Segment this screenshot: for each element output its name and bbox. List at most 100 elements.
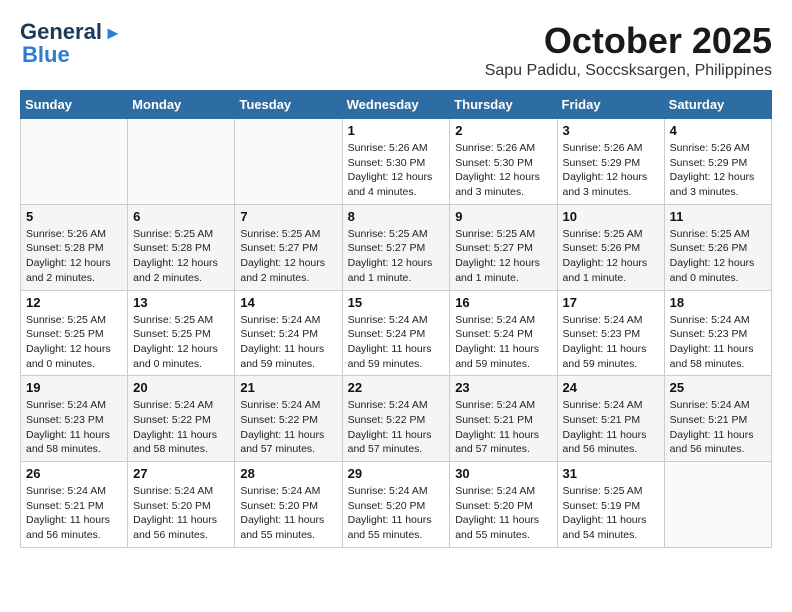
day-info: Sunrise: 5:24 AMSunset: 5:24 PMDaylight:… — [240, 313, 336, 372]
calendar-cell: 1 Sunrise: 5:26 AMSunset: 5:30 PMDaylight… — [342, 119, 450, 205]
day-number: 9 — [455, 209, 551, 224]
day-number: 22 — [348, 380, 445, 395]
day-number: 5 — [26, 209, 122, 224]
calendar-week-1: 1 Sunrise: 5:26 AMSunset: 5:30 PMDaylight… — [21, 119, 772, 205]
day-number: 11 — [670, 209, 766, 224]
day-number: 16 — [455, 295, 551, 310]
calendar-cell — [235, 119, 342, 205]
day-number: 1 — [348, 123, 445, 138]
day-number: 20 — [133, 380, 229, 395]
day-number: 24 — [563, 380, 659, 395]
day-number: 6 — [133, 209, 229, 224]
calendar-cell: 30Sunrise: 5:24 AMSunset: 5:20 PMDayligh… — [450, 462, 557, 548]
calendar-cell — [21, 119, 128, 205]
calendar-cell: 31 Sunrise: 5:25 AMSunset: 5:19 PMDayligh… — [557, 462, 664, 548]
calendar-cell: 12Sunrise: 5:25 AMSunset: 5:25 PMDayligh… — [21, 290, 128, 376]
logo: General► Blue — [20, 20, 122, 68]
calendar-cell: 23 Sunrise: 5:24 AMSunset: 5:21 PMDayligh… — [450, 376, 557, 462]
day-info: Sunrise: 5:25 AMSunset: 5:26 PMDaylight:… — [670, 227, 766, 286]
day-info: Sunrise: 5:24 AMSunset: 5:22 PMDaylight:… — [240, 398, 336, 457]
calendar-cell: 15 Sunrise: 5:24 AMSunset: 5:24 PMDayligh… — [342, 290, 450, 376]
day-info: Sunrise: 5:26 AMSunset: 5:30 PMDaylight:… — [455, 141, 551, 200]
day-info: Sunrise: 5:24 AMSunset: 5:23 PMDaylight:… — [670, 313, 766, 372]
page-header: General► Blue October 2025 Sapu Padidu, … — [20, 20, 772, 80]
day-info: Sunrise: 5:25 AMSunset: 5:27 PMDaylight:… — [348, 227, 445, 286]
day-info: Sunrise: 5:24 AMSunset: 5:20 PMDaylight:… — [240, 484, 336, 543]
day-info: Sunrise: 5:25 AMSunset: 5:25 PMDaylight:… — [133, 313, 229, 372]
day-info: Sunrise: 5:26 AMSunset: 5:28 PMDaylight:… — [26, 227, 122, 286]
calendar-week-3: 12 Sunrise: 5:25 AMSunset: 5:25 PMDayligh… — [21, 290, 772, 376]
logo-subtext: Blue — [22, 42, 70, 68]
weekday-header-friday: Friday — [557, 91, 664, 119]
day-number: 21 — [240, 380, 336, 395]
day-number: 4 — [670, 123, 766, 138]
day-number: 2 — [455, 123, 551, 138]
day-info: Sunrise: 5:25 AMSunset: 5:19 PMDaylight:… — [563, 484, 659, 543]
calendar-cell: 18Sunrise: 5:24 AMSunset: 5:23 PMDayligh… — [664, 290, 771, 376]
day-number: 13 — [133, 295, 229, 310]
day-number: 7 — [240, 209, 336, 224]
calendar-cell: 24 Sunrise: 5:24 AMSunset: 5:21 PMDayligh… — [557, 376, 664, 462]
day-info: Sunrise: 5:26 AMSunset: 5:29 PMDaylight:… — [670, 141, 766, 200]
weekday-header-tuesday: Tuesday — [235, 91, 342, 119]
calendar-cell: 16 Sunrise: 5:24 AMSunset: 5:24 PMDayligh… — [450, 290, 557, 376]
day-number: 31 — [563, 466, 659, 481]
weekday-header-wednesday: Wednesday — [342, 91, 450, 119]
calendar-header-row: SundayMondayTuesdayWednesdayThursdayFrid… — [21, 91, 772, 119]
calendar-cell: 10Sunrise: 5:25 AMSunset: 5:26 PMDayligh… — [557, 204, 664, 290]
calendar-cell: 3Sunrise: 5:26 AMSunset: 5:29 PMDaylight… — [557, 119, 664, 205]
day-number: 27 — [133, 466, 229, 481]
day-number: 3 — [563, 123, 659, 138]
calendar-cell — [128, 119, 235, 205]
day-info: Sunrise: 5:24 AMSunset: 5:23 PMDaylight:… — [26, 398, 122, 457]
calendar-cell: 29 Sunrise: 5:24 AMSunset: 5:20 PMDayligh… — [342, 462, 450, 548]
day-info: Sunrise: 5:24 AMSunset: 5:24 PMDaylight:… — [455, 313, 551, 372]
calendar-cell: 7 Sunrise: 5:25 AMSunset: 5:27 PMDaylight… — [235, 204, 342, 290]
day-info: Sunrise: 5:26 AMSunset: 5:30 PMDaylight:… — [348, 141, 445, 200]
calendar-cell: 19 Sunrise: 5:24 AMSunset: 5:23 PMDayligh… — [21, 376, 128, 462]
calendar-cell: 17 Sunrise: 5:24 AMSunset: 5:23 PMDayligh… — [557, 290, 664, 376]
day-number: 25 — [670, 380, 766, 395]
calendar-cell: 26Sunrise: 5:24 AMSunset: 5:21 PMDayligh… — [21, 462, 128, 548]
month-title: October 2025 — [485, 20, 772, 62]
title-section: October 2025 Sapu Padidu, Soccsksargen, … — [485, 20, 772, 80]
calendar-week-4: 19 Sunrise: 5:24 AMSunset: 5:23 PMDayligh… — [21, 376, 772, 462]
day-number: 26 — [26, 466, 122, 481]
weekday-header-monday: Monday — [128, 91, 235, 119]
day-number: 19 — [26, 380, 122, 395]
day-info: Sunrise: 5:25 AMSunset: 5:27 PMDaylight:… — [240, 227, 336, 286]
calendar-cell: 6 Sunrise: 5:25 AMSunset: 5:28 PMDaylight… — [128, 204, 235, 290]
day-info: Sunrise: 5:24 AMSunset: 5:20 PMDaylight:… — [455, 484, 551, 543]
calendar-cell: 4 Sunrise: 5:26 AMSunset: 5:29 PMDaylight… — [664, 119, 771, 205]
day-info: Sunrise: 5:24 AMSunset: 5:24 PMDaylight:… — [348, 313, 445, 372]
day-number: 8 — [348, 209, 445, 224]
calendar-cell: 2 Sunrise: 5:26 AMSunset: 5:30 PMDaylight… — [450, 119, 557, 205]
calendar-cell: 25 Sunrise: 5:24 AMSunset: 5:21 PMDayligh… — [664, 376, 771, 462]
day-number: 12 — [26, 295, 122, 310]
day-info: Sunrise: 5:24 AMSunset: 5:22 PMDaylight:… — [348, 398, 445, 457]
day-number: 23 — [455, 380, 551, 395]
day-info: Sunrise: 5:24 AMSunset: 5:23 PMDaylight:… — [563, 313, 659, 372]
day-info: Sunrise: 5:24 AMSunset: 5:21 PMDaylight:… — [455, 398, 551, 457]
weekday-header-sunday: Sunday — [21, 91, 128, 119]
day-info: Sunrise: 5:24 AMSunset: 5:21 PMDaylight:… — [563, 398, 659, 457]
calendar-week-2: 5 Sunrise: 5:26 AMSunset: 5:28 PMDaylight… — [21, 204, 772, 290]
calendar-table: SundayMondayTuesdayWednesdayThursdayFrid… — [20, 90, 772, 548]
day-info: Sunrise: 5:25 AMSunset: 5:28 PMDaylight:… — [133, 227, 229, 286]
day-number: 29 — [348, 466, 445, 481]
day-number: 15 — [348, 295, 445, 310]
calendar-cell: 13 Sunrise: 5:25 AMSunset: 5:25 PMDayligh… — [128, 290, 235, 376]
calendar-cell: 5 Sunrise: 5:26 AMSunset: 5:28 PMDaylight… — [21, 204, 128, 290]
calendar-cell: 27Sunrise: 5:24 AMSunset: 5:20 PMDayligh… — [128, 462, 235, 548]
calendar-cell: 21 Sunrise: 5:24 AMSunset: 5:22 PMDayligh… — [235, 376, 342, 462]
day-info: Sunrise: 5:24 AMSunset: 5:21 PMDaylight:… — [670, 398, 766, 457]
calendar-cell: 28Sunrise: 5:24 AMSunset: 5:20 PMDayligh… — [235, 462, 342, 548]
logo-text: General► — [20, 20, 122, 44]
calendar-week-5: 26Sunrise: 5:24 AMSunset: 5:21 PMDayligh… — [21, 462, 772, 548]
day-number: 17 — [563, 295, 659, 310]
day-info: Sunrise: 5:24 AMSunset: 5:20 PMDaylight:… — [348, 484, 445, 543]
calendar-cell: 20 Sunrise: 5:24 AMSunset: 5:22 PMDayligh… — [128, 376, 235, 462]
calendar-cell — [664, 462, 771, 548]
day-info: Sunrise: 5:24 AMSunset: 5:22 PMDaylight:… — [133, 398, 229, 457]
calendar-body: 1 Sunrise: 5:26 AMSunset: 5:30 PMDaylight… — [21, 119, 772, 548]
